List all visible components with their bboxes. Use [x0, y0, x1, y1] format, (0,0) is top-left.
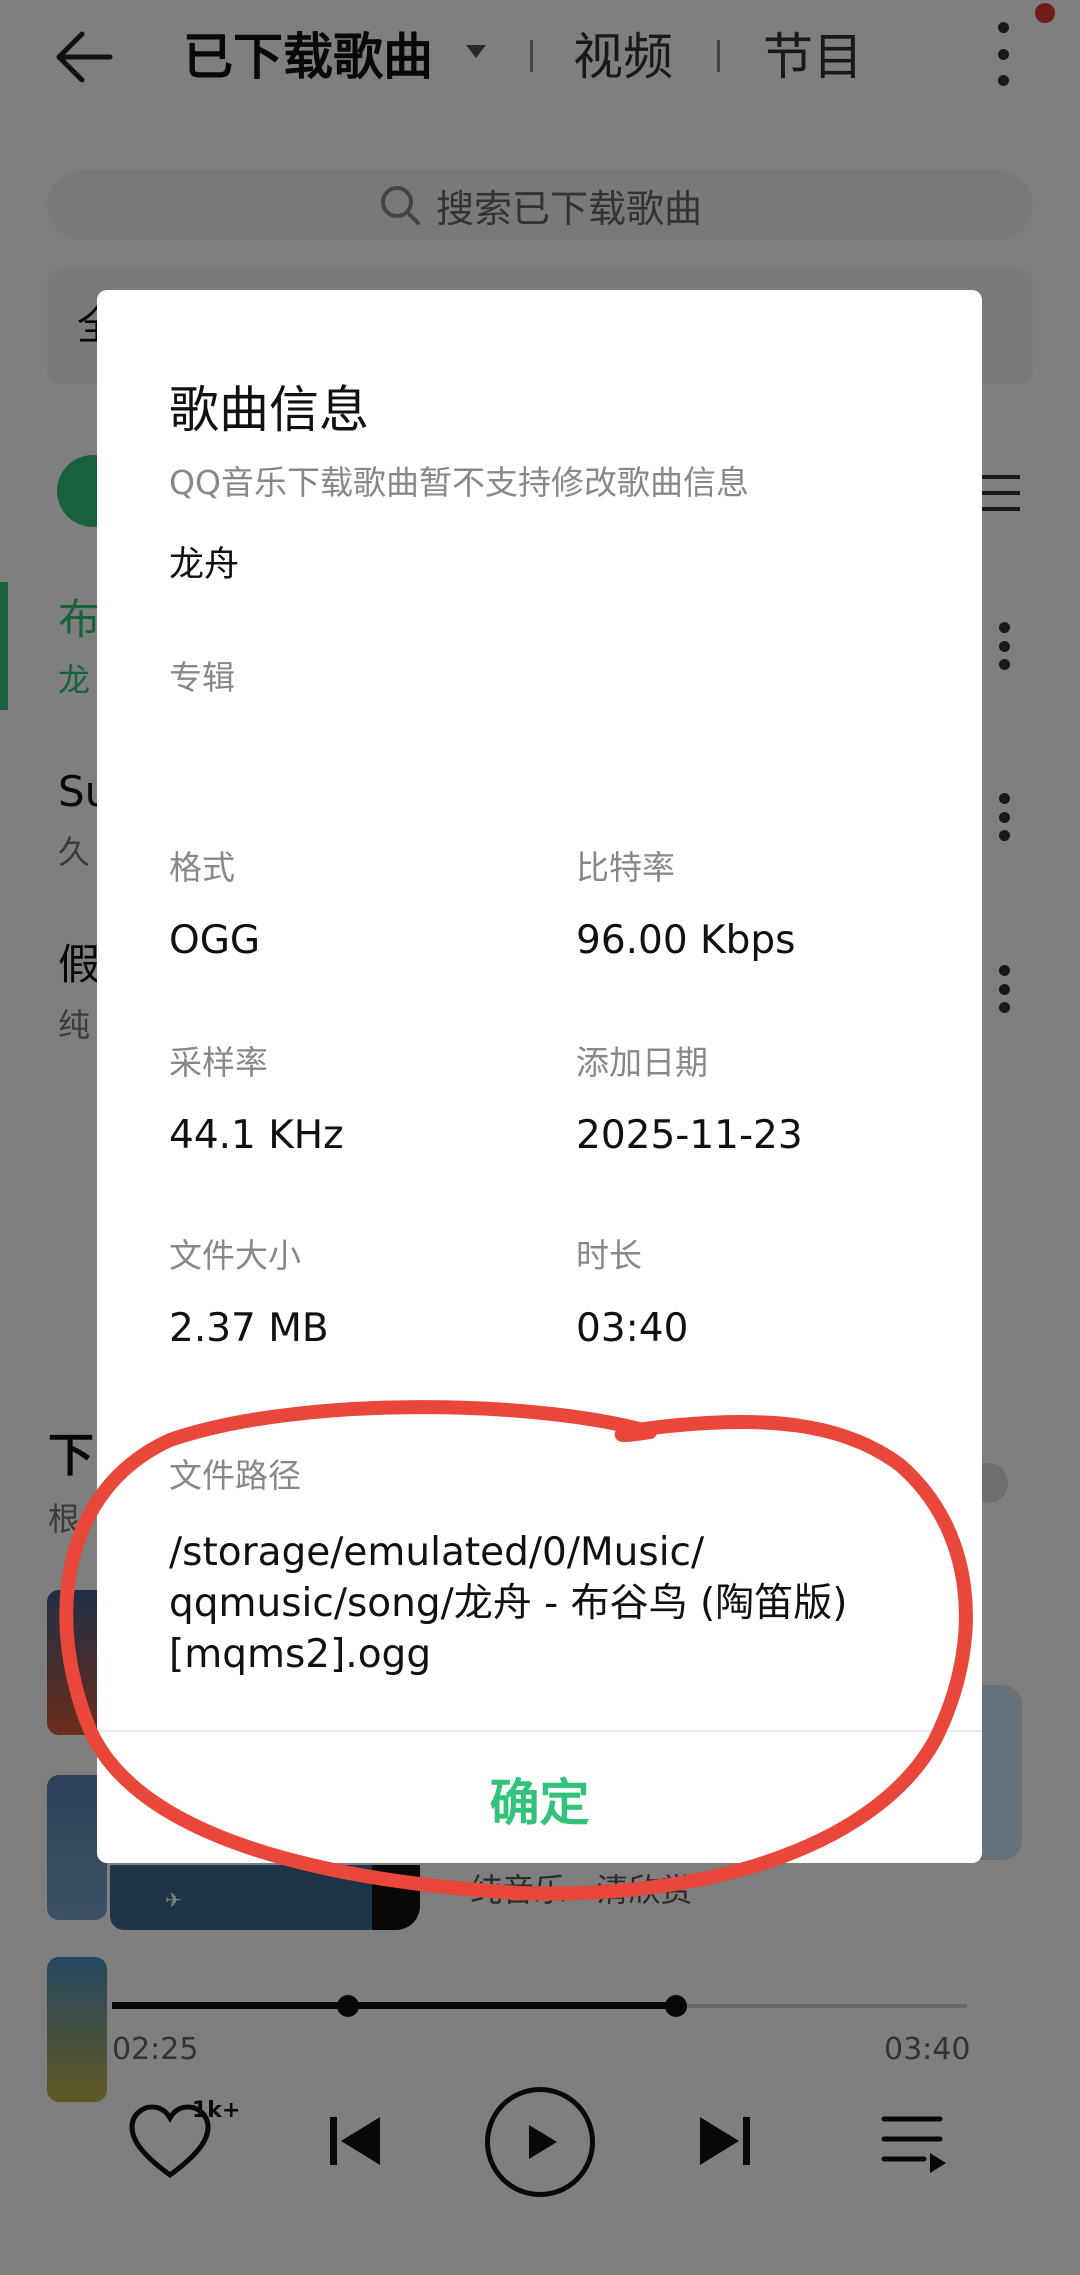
duration-value: 03:40	[576, 1306, 689, 1351]
file-size-label: 文件大小	[169, 1236, 301, 1275]
artist-value: 龙舟	[169, 545, 240, 585]
sample-rate-label: 采样率	[169, 1043, 268, 1082]
dialog-title: 歌曲信息	[169, 381, 369, 439]
file-path-value: /storage/emulated/0/Music/ qqmusic/song/…	[169, 1530, 848, 1677]
bitrate-label: 比特率	[576, 848, 675, 887]
format-label: 格式	[169, 848, 235, 887]
album-label: 专辑	[169, 658, 235, 697]
file-size-value: 2.37 MB	[169, 1306, 329, 1351]
file-path-label: 文件路径	[169, 1456, 301, 1495]
format-value: OGG	[169, 918, 261, 963]
added-date-value: 2025-11-23	[576, 1113, 803, 1158]
dialog-divider	[97, 1730, 982, 1732]
added-date-label: 添加日期	[576, 1043, 708, 1082]
confirm-button[interactable]: 确定	[97, 1735, 982, 1863]
dialog-note: QQ音乐下载歌曲暂不支持修改歌曲信息	[169, 463, 749, 502]
sample-rate-value: 44.1 KHz	[169, 1113, 344, 1158]
song-info-dialog: 歌曲信息 QQ音乐下载歌曲暂不支持修改歌曲信息 龙舟 专辑 格式 OGG 比特率…	[97, 290, 982, 1863]
bitrate-value: 96.00 Kbps	[576, 918, 796, 963]
duration-label: 时长	[576, 1236, 642, 1275]
